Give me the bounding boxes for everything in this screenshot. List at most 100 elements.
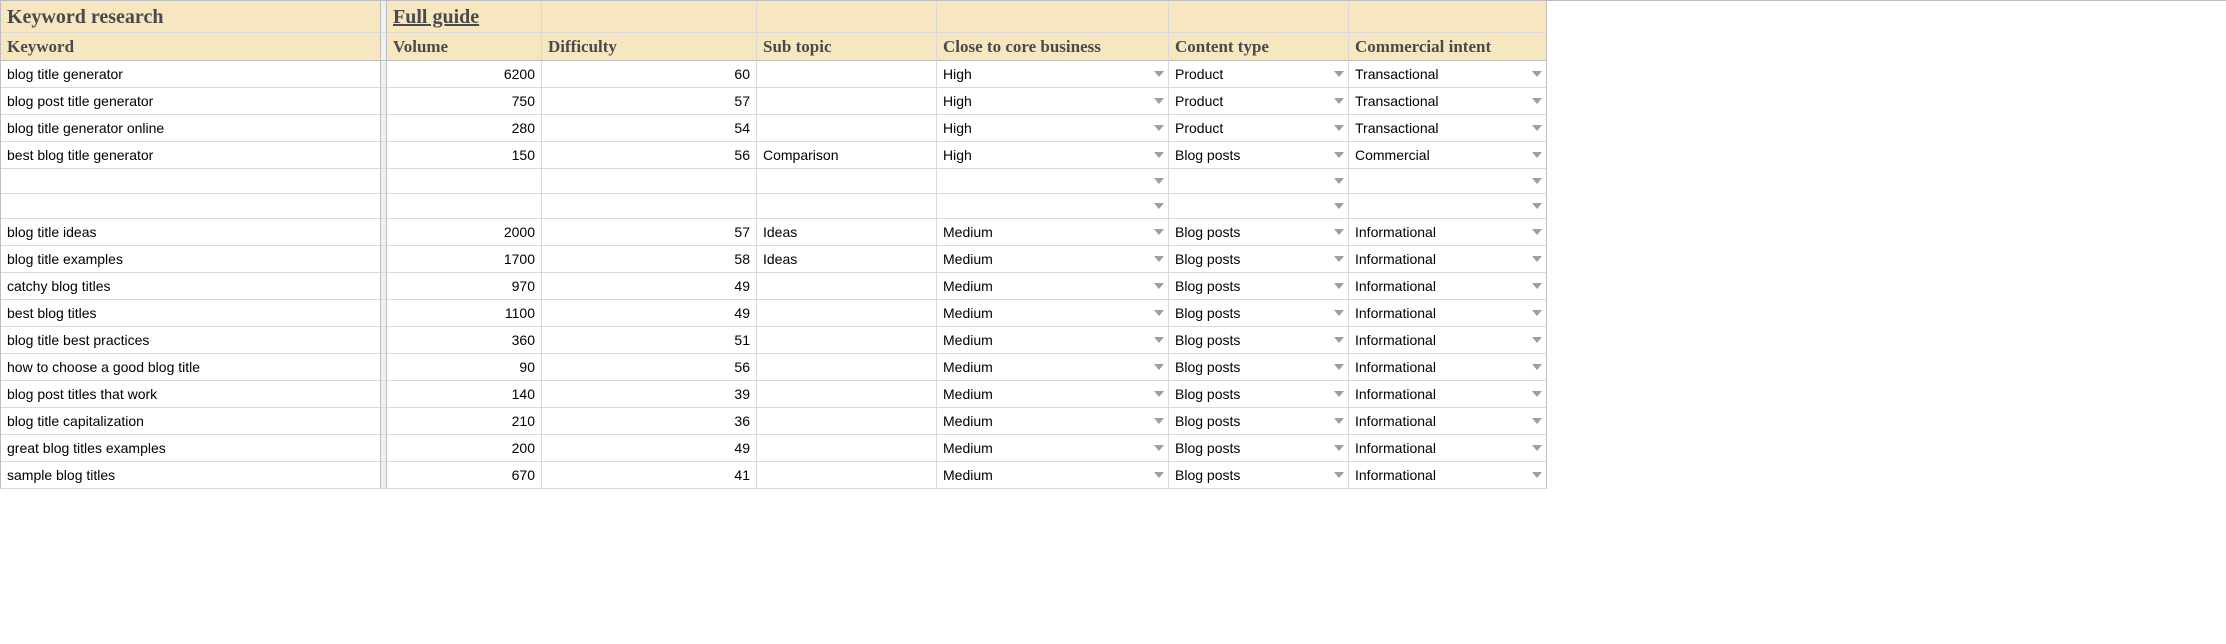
cell-commercial-intent[interactable]: Transactional <box>1349 88 1547 115</box>
cell-volume[interactable]: 1100 <box>387 300 542 327</box>
cell-content-type[interactable]: Product <box>1169 115 1349 142</box>
cell-keyword[interactable]: blog title best practices <box>1 327 381 354</box>
title-blank-cell[interactable] <box>542 1 757 33</box>
header-volume[interactable]: Volume <box>387 33 542 61</box>
cell-subtopic[interactable] <box>757 354 937 381</box>
dropdown-arrow-icon[interactable] <box>1532 98 1542 104</box>
cell-content-type[interactable] <box>1169 194 1349 219</box>
cell-volume[interactable]: 150 <box>387 142 542 169</box>
cell-content-type[interactable]: Blog posts <box>1169 219 1349 246</box>
cell-volume[interactable]: 750 <box>387 88 542 115</box>
cell-content-type[interactable]: Blog posts <box>1169 142 1349 169</box>
cell-close-to-core[interactable]: Medium <box>937 300 1169 327</box>
cell-content-type[interactable]: Blog posts <box>1169 408 1349 435</box>
dropdown-arrow-icon[interactable] <box>1154 152 1164 158</box>
cell-volume[interactable]: 210 <box>387 408 542 435</box>
dropdown-arrow-icon[interactable] <box>1334 310 1344 316</box>
dropdown-arrow-icon[interactable] <box>1532 203 1542 209</box>
dropdown-arrow-icon[interactable] <box>1334 229 1344 235</box>
dropdown-arrow-icon[interactable] <box>1154 125 1164 131</box>
title-blank-cell[interactable] <box>757 1 937 33</box>
dropdown-arrow-icon[interactable] <box>1334 203 1344 209</box>
cell-close-to-core[interactable]: Medium <box>937 435 1169 462</box>
cell-keyword[interactable] <box>1 169 381 194</box>
cell-content-type[interactable]: Blog posts <box>1169 300 1349 327</box>
cell-volume[interactable]: 670 <box>387 462 542 489</box>
cell-keyword[interactable]: great blog titles examples <box>1 435 381 462</box>
dropdown-arrow-icon[interactable] <box>1334 283 1344 289</box>
cell-commercial-intent[interactable]: Informational <box>1349 462 1547 489</box>
cell-close-to-core[interactable]: Medium <box>937 219 1169 246</box>
dropdown-arrow-icon[interactable] <box>1154 178 1164 184</box>
full-guide-link[interactable]: Full guide <box>387 1 542 33</box>
cell-subtopic[interactable]: Ideas <box>757 246 937 273</box>
cell-keyword[interactable]: best blog titles <box>1 300 381 327</box>
cell-difficulty[interactable]: 56 <box>542 354 757 381</box>
cell-close-to-core[interactable] <box>937 169 1169 194</box>
cell-content-type[interactable]: Product <box>1169 61 1349 88</box>
dropdown-arrow-icon[interactable] <box>1532 445 1542 451</box>
cell-keyword[interactable]: blog title capitalization <box>1 408 381 435</box>
cell-close-to-core[interactable]: Medium <box>937 327 1169 354</box>
cell-commercial-intent[interactable]: Informational <box>1349 327 1547 354</box>
cell-difficulty[interactable]: 56 <box>542 142 757 169</box>
cell-close-to-core[interactable]: Medium <box>937 408 1169 435</box>
cell-commercial-intent[interactable]: Transactional <box>1349 61 1547 88</box>
dropdown-arrow-icon[interactable] <box>1532 256 1542 262</box>
cell-subtopic[interactable] <box>757 381 937 408</box>
cell-content-type[interactable]: Blog posts <box>1169 435 1349 462</box>
cell-volume[interactable]: 6200 <box>387 61 542 88</box>
cell-subtopic[interactable] <box>757 462 937 489</box>
cell-commercial-intent[interactable]: Commercial <box>1349 142 1547 169</box>
cell-keyword[interactable]: sample blog titles <box>1 462 381 489</box>
header-difficulty[interactable]: Difficulty <box>542 33 757 61</box>
cell-subtopic[interactable] <box>757 88 937 115</box>
cell-keyword[interactable] <box>1 194 381 219</box>
header-sub-topic[interactable]: Sub topic <box>757 33 937 61</box>
dropdown-arrow-icon[interactable] <box>1154 256 1164 262</box>
dropdown-arrow-icon[interactable] <box>1532 152 1542 158</box>
dropdown-arrow-icon[interactable] <box>1532 178 1542 184</box>
dropdown-arrow-icon[interactable] <box>1154 203 1164 209</box>
cell-close-to-core[interactable]: Medium <box>937 381 1169 408</box>
cell-commercial-intent[interactable] <box>1349 194 1547 219</box>
cell-keyword[interactable]: blog post titles that work <box>1 381 381 408</box>
header-keyword[interactable]: Keyword <box>1 33 381 61</box>
cell-content-type[interactable] <box>1169 169 1349 194</box>
dropdown-arrow-icon[interactable] <box>1532 229 1542 235</box>
dropdown-arrow-icon[interactable] <box>1334 337 1344 343</box>
dropdown-arrow-icon[interactable] <box>1154 337 1164 343</box>
cell-volume[interactable]: 2000 <box>387 219 542 246</box>
cell-difficulty[interactable]: 58 <box>542 246 757 273</box>
cell-content-type[interactable]: Blog posts <box>1169 327 1349 354</box>
dropdown-arrow-icon[interactable] <box>1532 472 1542 478</box>
cell-subtopic[interactable]: Ideas <box>757 219 937 246</box>
cell-keyword[interactable]: blog title generator online <box>1 115 381 142</box>
cell-close-to-core[interactable]: High <box>937 61 1169 88</box>
cell-volume[interactable]: 1700 <box>387 246 542 273</box>
cell-keyword[interactable]: blog title generator <box>1 61 381 88</box>
dropdown-arrow-icon[interactable] <box>1334 472 1344 478</box>
dropdown-arrow-icon[interactable] <box>1334 152 1344 158</box>
cell-close-to-core[interactable]: Medium <box>937 462 1169 489</box>
cell-content-type[interactable]: Blog posts <box>1169 354 1349 381</box>
cell-commercial-intent[interactable]: Informational <box>1349 219 1547 246</box>
header-commercial-intent[interactable]: Commercial intent <box>1349 33 1547 61</box>
cell-close-to-core[interactable]: High <box>937 88 1169 115</box>
cell-commercial-intent[interactable]: Informational <box>1349 408 1547 435</box>
cell-close-to-core[interactable]: Medium <box>937 354 1169 381</box>
cell-volume[interactable]: 970 <box>387 273 542 300</box>
dropdown-arrow-icon[interactable] <box>1532 337 1542 343</box>
dropdown-arrow-icon[interactable] <box>1532 418 1542 424</box>
cell-difficulty[interactable]: 49 <box>542 300 757 327</box>
cell-content-type[interactable]: Blog posts <box>1169 462 1349 489</box>
header-close-to-core[interactable]: Close to core business <box>937 33 1169 61</box>
cell-subtopic[interactable]: Comparison <box>757 142 937 169</box>
cell-commercial-intent[interactable]: Informational <box>1349 381 1547 408</box>
cell-volume[interactable]: 90 <box>387 354 542 381</box>
cell-keyword[interactable]: catchy blog titles <box>1 273 381 300</box>
dropdown-arrow-icon[interactable] <box>1334 125 1344 131</box>
cell-volume[interactable] <box>387 194 542 219</box>
cell-commercial-intent[interactable]: Informational <box>1349 273 1547 300</box>
cell-difficulty[interactable]: 54 <box>542 115 757 142</box>
